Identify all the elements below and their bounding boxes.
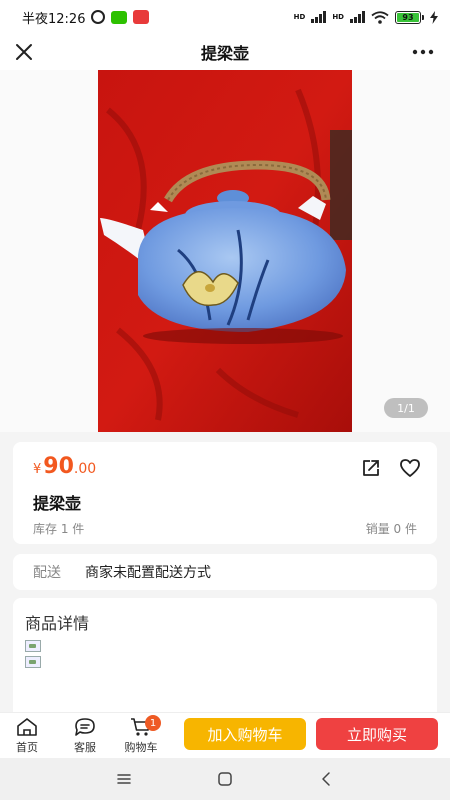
chat-icon: [75, 718, 95, 736]
price-currency: ¥: [33, 462, 42, 477]
price-decimal: .00: [73, 461, 97, 477]
status-bar: 半夜12:26 HD HD 93: [0, 0, 450, 34]
tab-cart-label: 购物车: [124, 741, 158, 754]
signal-icon-1: [311, 11, 327, 23]
status-left: 半夜12:26: [22, 8, 150, 27]
image-page-indicator: 1/1: [384, 398, 428, 418]
price-integer: 90: [43, 454, 74, 479]
product-sales: 销量 0 件: [365, 522, 417, 536]
shipping-label: 配送: [33, 565, 61, 581]
status-right: HD HD 93: [293, 10, 438, 24]
alarm-icon: [91, 10, 106, 24]
app-notification-icon: [133, 10, 150, 24]
back-nav-icon[interactable]: [318, 770, 336, 788]
charging-icon: [430, 10, 438, 24]
shipping-value: 商家未配置配送方式: [85, 565, 211, 581]
tab-service-label: 客服: [74, 741, 96, 754]
bottom-action-bar: 首页 客服 1 购物车 加入购物车 立即购买: [0, 712, 450, 758]
buy-now-button[interactable]: 立即购买: [316, 718, 438, 750]
heart-icon[interactable]: [399, 458, 421, 478]
network-hd-label-2: HD: [332, 12, 344, 21]
close-icon[interactable]: [12, 40, 36, 64]
more-icon[interactable]: [410, 40, 436, 64]
network-hd-label-1: HD: [293, 12, 306, 21]
screen: 半夜12:26 HD HD 93 提梁壶 1/1 ¥ 90 .00 提梁壶 库存…: [0, 0, 450, 800]
product-info-card: ¥ 90 .00 提梁壶 库存 1 件 销量 0 件: [13, 442, 437, 544]
broken-image-icon: [25, 640, 41, 652]
signal-icon-2: [350, 11, 365, 23]
detail-title: 商品详情: [25, 614, 90, 633]
page-title: 提梁壶: [200, 44, 249, 63]
battery-level: 93: [397, 12, 419, 22]
product-detail-card: 商品详情: [13, 598, 437, 728]
home-icon: [17, 718, 37, 736]
shipping-row[interactable]: 配送 商家未配置配送方式: [13, 554, 437, 590]
add-to-cart-button[interactable]: 加入购物车: [184, 718, 306, 750]
tab-cart[interactable]: 1 购物车: [121, 715, 161, 755]
title-bar: 提梁壶: [0, 34, 450, 70]
cart-count-badge: 1: [145, 715, 161, 731]
home-nav-icon[interactable]: [216, 770, 234, 788]
broken-image-icon: [25, 656, 41, 668]
tab-home-label: 首页: [16, 741, 38, 754]
system-nav-bar: [0, 758, 450, 800]
share-icon[interactable]: [361, 458, 381, 478]
wechat-notification-icon: [111, 10, 128, 24]
wifi-icon: [371, 10, 389, 24]
product-stock: 库存 1 件: [33, 522, 85, 536]
status-time: 半夜12:26: [22, 11, 86, 27]
battery-icon: 93: [395, 10, 424, 24]
product-gallery[interactable]: 1/1: [0, 70, 450, 432]
product-name: 提梁壶: [33, 494, 82, 513]
menu-nav-icon[interactable]: [115, 770, 133, 788]
product-price: ¥ 90 .00: [33, 454, 96, 479]
tab-service[interactable]: 客服: [65, 717, 105, 755]
tab-home[interactable]: 首页: [7, 717, 47, 755]
product-image[interactable]: [98, 70, 352, 432]
